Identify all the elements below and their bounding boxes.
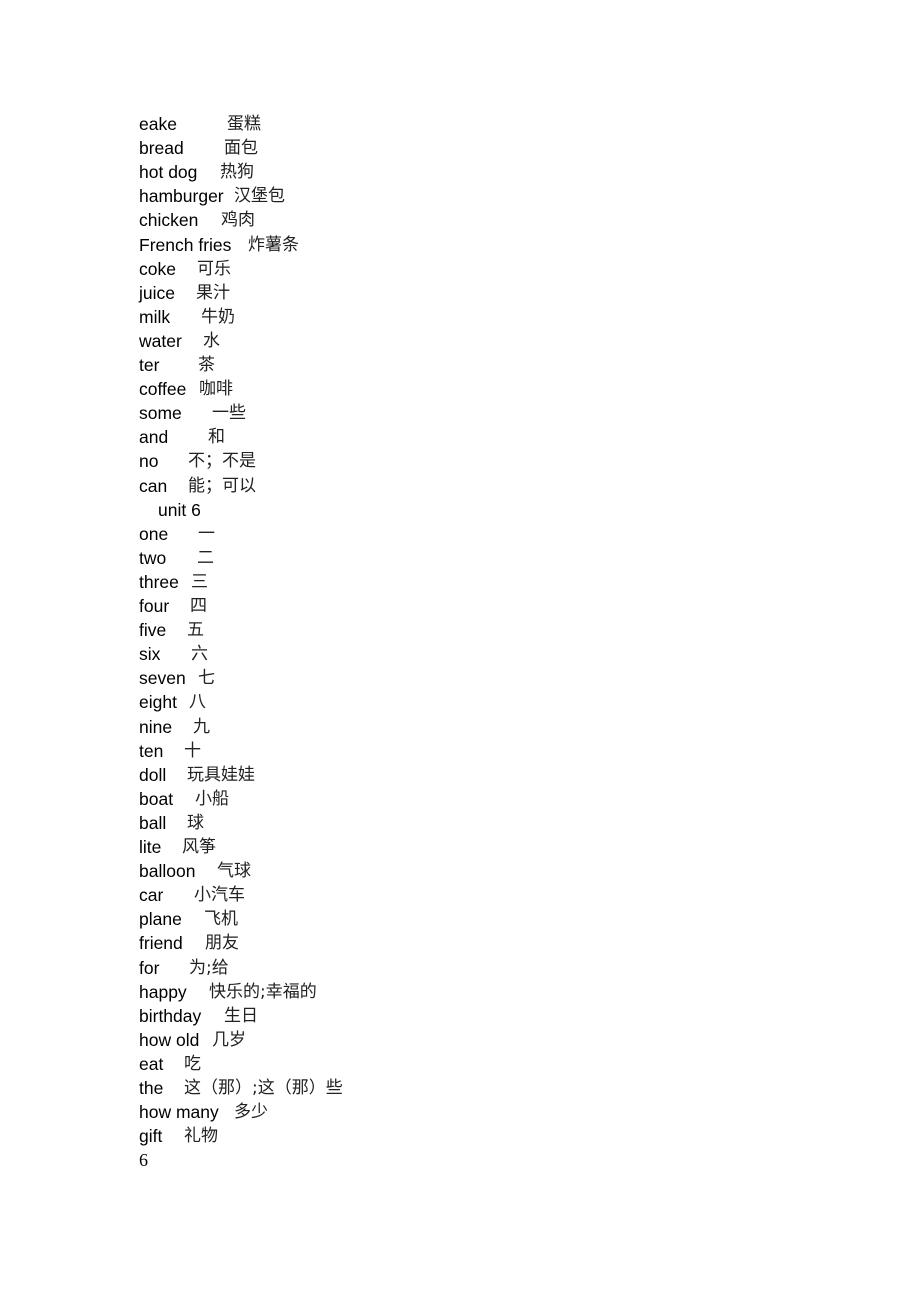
chinese-translation: 茶 xyxy=(198,355,215,375)
chinese-translation: 鸡肉 xyxy=(221,210,255,231)
english-word: one xyxy=(139,523,169,544)
chinese-translation: 小船 xyxy=(195,788,229,809)
english-word: juice xyxy=(139,282,175,303)
english-word: some xyxy=(139,403,182,424)
english-word: boat xyxy=(139,788,174,809)
chinese-translation: 礼物 xyxy=(184,1126,218,1147)
english-word: water xyxy=(139,330,182,351)
english-word: hamburger xyxy=(139,186,224,207)
english-word: balloon xyxy=(139,861,196,882)
chinese-translation: 面包 xyxy=(224,138,258,159)
chinese-translation: 咖啡 xyxy=(199,379,233,400)
chinese-translation: 和 xyxy=(208,427,225,448)
english-word: four xyxy=(139,596,170,616)
english-word: eat xyxy=(139,1053,164,1074)
chinese-translation: 玩具娃娃 xyxy=(187,764,255,785)
english-word: birthday xyxy=(139,1005,202,1026)
chinese-translation: 一 xyxy=(198,523,215,544)
chinese-translation: 十 xyxy=(184,740,201,761)
english-word: two xyxy=(139,547,167,568)
chinese-translation: 水 xyxy=(203,330,220,351)
english-word: seven xyxy=(139,668,186,689)
chinese-translation: 球 xyxy=(187,812,204,833)
chinese-translation: 风筝 xyxy=(182,837,216,857)
chinese-translation: 能；可以 xyxy=(188,475,256,496)
english-word: plane xyxy=(139,909,182,930)
chinese-translation: 七 xyxy=(198,668,215,689)
english-word: French fries xyxy=(139,234,232,255)
english-word: doll xyxy=(139,764,167,785)
english-word: the xyxy=(139,1078,164,1098)
chinese-translation: 四 xyxy=(190,596,207,616)
chinese-translation: 不；不是 xyxy=(188,451,256,472)
chinese-translation: 牛奶 xyxy=(201,306,235,327)
chinese-translation: 汉堡包 xyxy=(234,186,285,207)
chinese-translation: 一些 xyxy=(212,403,246,424)
english-word: ten xyxy=(139,740,164,761)
english-word: friend xyxy=(139,933,183,954)
english-word: car xyxy=(139,885,164,906)
chinese-translation: 快乐的;幸福的 xyxy=(209,981,317,1002)
page-number: 6 xyxy=(139,1150,148,1171)
english-word: coke xyxy=(139,258,176,279)
chinese-translation: 二 xyxy=(197,547,214,568)
english-word: ball xyxy=(139,812,167,833)
chinese-translation: 为;给 xyxy=(189,957,229,978)
english-word: how old xyxy=(139,1029,200,1050)
english-word: five xyxy=(139,620,167,641)
english-word: eake xyxy=(139,114,177,134)
unit-heading: unit 6 xyxy=(158,499,201,520)
chinese-translation: 三 xyxy=(191,571,208,592)
chinese-translation: 飞机 xyxy=(204,909,238,930)
english-word: happy xyxy=(139,981,187,1002)
chinese-translation: 八 xyxy=(189,692,206,713)
chinese-translation: 九 xyxy=(193,716,210,737)
english-word: bread xyxy=(139,138,184,159)
english-word: three xyxy=(139,571,179,592)
chinese-translation: 多少 xyxy=(234,1102,268,1123)
english-word: ter xyxy=(139,355,160,375)
english-word: how many xyxy=(139,1102,219,1123)
english-word: can xyxy=(139,475,168,496)
english-word: no xyxy=(139,451,159,472)
chinese-translation: 果汁 xyxy=(196,282,230,303)
document-page: eake 蛋糕 bread 面包 hot dog 热狗 hamburger 汉堡包 chicke… xyxy=(0,0,920,1302)
chinese-translation: 吃 xyxy=(184,1053,201,1074)
english-word: nine xyxy=(139,716,173,737)
english-word: eight xyxy=(139,692,177,713)
english-word: for xyxy=(139,957,160,978)
chinese-translation: 可乐 xyxy=(197,258,231,279)
chinese-translation: 小汽车 xyxy=(194,885,245,906)
chinese-translation: 几岁 xyxy=(212,1029,246,1050)
english-word: and xyxy=(139,427,169,448)
english-word: lite xyxy=(139,837,162,857)
english-word: milk xyxy=(139,306,171,327)
english-word: six xyxy=(139,644,161,665)
chinese-translation: 气球 xyxy=(217,861,251,882)
english-word: gift xyxy=(139,1126,163,1147)
english-word: hot dog xyxy=(139,162,198,183)
chinese-translation: 六 xyxy=(191,644,208,665)
english-word: chicken xyxy=(139,210,199,231)
chinese-translation: 五 xyxy=(187,620,204,641)
chinese-translation: 炸薯条 xyxy=(248,234,299,255)
chinese-translation: 生日 xyxy=(224,1005,258,1026)
chinese-translation: 这（那）;这（那）些 xyxy=(184,1078,343,1098)
chinese-translation: 朋友 xyxy=(205,933,239,954)
chinese-translation: 蛋糕 xyxy=(227,114,261,134)
chinese-translation: 热狗 xyxy=(220,162,254,183)
english-word: coffee xyxy=(139,379,187,400)
